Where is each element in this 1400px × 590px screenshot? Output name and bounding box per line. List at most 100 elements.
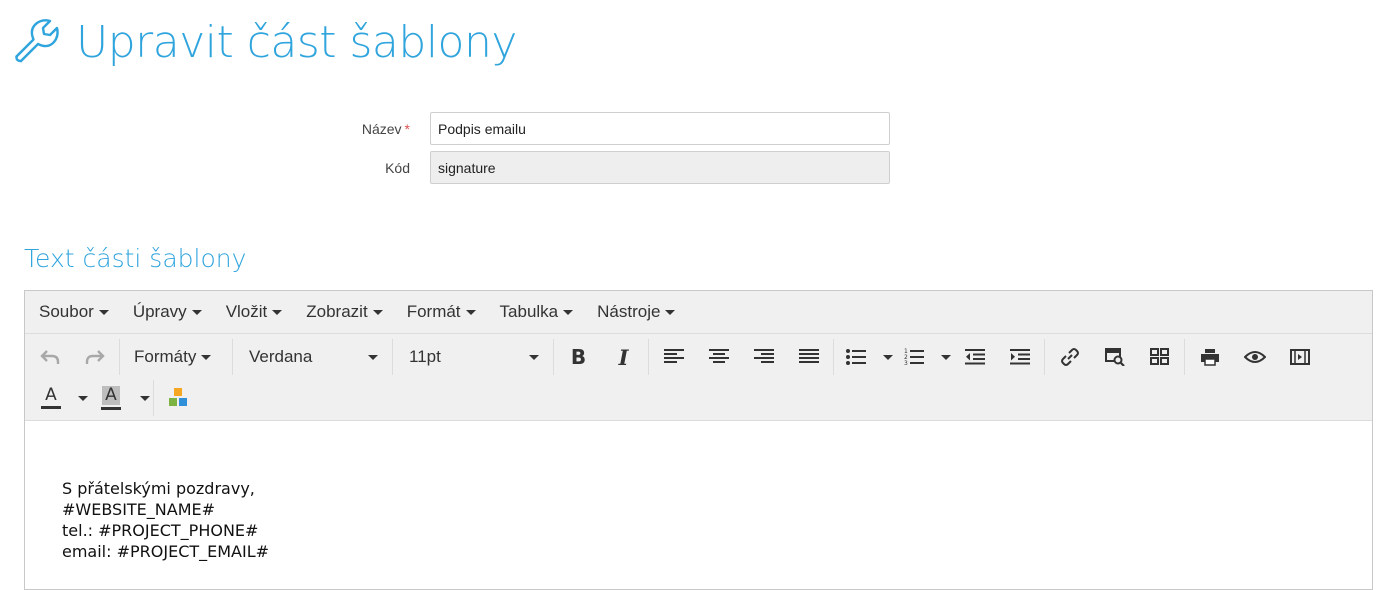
blocks-icon [168, 388, 187, 406]
menu-format[interactable]: Formát [407, 302, 476, 322]
svg-text:3: 3 [904, 360, 908, 366]
bullet-list-button[interactable] [836, 339, 876, 375]
outdent-button[interactable] [952, 339, 997, 375]
link-button[interactable] [1047, 339, 1092, 375]
name-label: Název * [0, 121, 430, 137]
background-color-swatch [101, 407, 121, 410]
italic-button[interactable]: I [601, 339, 646, 375]
bullet-list-icon [846, 349, 866, 365]
toolbar-separator [153, 380, 154, 416]
print-icon [1200, 349, 1219, 366]
formats-dropdown[interactable]: Formáty [122, 339, 230, 375]
blocks-button[interactable] [156, 380, 201, 416]
media-icon [1289, 349, 1310, 365]
background-color-letter: A [102, 386, 120, 405]
toolbar-separator [392, 339, 393, 375]
bullet-list-options[interactable] [876, 339, 894, 375]
font-family-dropdown[interactable]: Verdana [235, 339, 390, 375]
text-color-letter: A [45, 385, 57, 405]
menu-edit[interactable]: Úpravy [133, 302, 202, 322]
menu-tools[interactable]: Nástroje [597, 302, 676, 322]
content-line: tel.: #PROJECT_PHONE# [62, 521, 259, 540]
italic-icon: I [618, 344, 629, 370]
preview-icon [1243, 351, 1266, 363]
editor-toolbar: Formáty Verdana 11pt B I 1 2 3 A A [25, 334, 1372, 421]
editor-content-area[interactable]: S přátelskými pozdravy, #WEBSITE_NAME# t… [25, 421, 1372, 562]
align-justify-icon [798, 349, 819, 363]
align-left-icon [663, 349, 684, 363]
numbered-list-icon: 123 [904, 348, 924, 366]
preview-button[interactable] [1232, 339, 1277, 375]
undo-icon [39, 350, 59, 364]
code-input[interactable] [430, 151, 890, 184]
font-size-dropdown[interactable]: 11pt [395, 339, 551, 375]
chevron-down-icon [191, 309, 202, 315]
chevron-down-icon [563, 309, 574, 315]
chevron-down-icon [139, 395, 150, 401]
menu-table[interactable]: Tabulka [500, 302, 574, 322]
menu-format-label: Formát [406, 302, 461, 321]
chevron-down-icon [98, 309, 109, 315]
print-button[interactable] [1187, 339, 1232, 375]
menu-tools-label: Nástroje [597, 302, 661, 321]
menu-view-label: Zobrazit [306, 302, 368, 321]
code-label: Kód [385, 159, 410, 176]
content-line: email: #PROJECT_EMAIL# [62, 542, 270, 561]
toolbar-separator [648, 339, 649, 375]
font-family-value: Verdana [249, 347, 313, 366]
chevron-down-icon [940, 354, 951, 360]
redo-button[interactable] [72, 339, 117, 375]
menu-view[interactable]: Zobrazit [306, 302, 383, 322]
media-button[interactable] [1277, 339, 1322, 375]
menu-insert-label: Vložit [225, 302, 268, 321]
toolbar-separator [1184, 339, 1185, 375]
align-right-icon [753, 349, 774, 363]
text-color-swatch [41, 406, 61, 409]
toolbar-separator [833, 339, 834, 375]
numbered-list-button[interactable]: 123 [894, 339, 934, 375]
template-button[interactable] [1137, 339, 1182, 375]
chevron-down-icon [882, 354, 893, 360]
content-line: #WEBSITE_NAME# [62, 500, 216, 519]
indent-icon [1009, 349, 1030, 365]
menu-insert[interactable]: Vložit [226, 302, 283, 322]
align-center-button[interactable] [696, 339, 741, 375]
align-left-button[interactable] [651, 339, 696, 375]
page-title: Upravit část šablony [76, 16, 517, 68]
text-color-button[interactable]: A [31, 380, 71, 416]
menu-edit-label: Úpravy [132, 302, 187, 321]
menu-file-label: Soubor [39, 302, 94, 321]
indent-button[interactable] [997, 339, 1042, 375]
content-line: S přátelskými pozdravy, [62, 479, 255, 498]
bold-button[interactable]: B [556, 339, 601, 375]
text-color-options[interactable] [71, 380, 89, 416]
wrench-icon [15, 19, 59, 63]
name-row: Název * [0, 112, 890, 145]
background-color-options[interactable] [133, 380, 151, 416]
chevron-down-icon [372, 309, 383, 315]
menu-file[interactable]: Soubor [39, 302, 109, 322]
align-justify-button[interactable] [786, 339, 831, 375]
toolbar-separator [1044, 339, 1045, 375]
outdent-icon [964, 349, 985, 365]
name-input[interactable] [430, 112, 890, 145]
code-row: Kód [0, 151, 890, 184]
chevron-down-icon [272, 309, 283, 315]
link-icon [1060, 348, 1079, 366]
redo-icon [85, 350, 105, 364]
chevron-down-icon [529, 354, 539, 360]
text-color-icon: A [36, 383, 66, 413]
toolbar-row-2: A A [31, 378, 201, 418]
chevron-down-icon [368, 354, 378, 360]
background-color-button[interactable]: A [89, 380, 133, 416]
toolbar-separator [119, 339, 120, 375]
undo-button[interactable] [27, 339, 72, 375]
search-image-button[interactable] [1092, 339, 1137, 375]
align-right-button[interactable] [741, 339, 786, 375]
background-color-icon: A [96, 383, 126, 413]
bold-icon: B [570, 345, 587, 369]
numbered-list-options[interactable] [934, 339, 952, 375]
required-marker: * [404, 120, 410, 137]
font-size-value: 11pt [409, 347, 441, 366]
chevron-down-icon [77, 395, 88, 401]
